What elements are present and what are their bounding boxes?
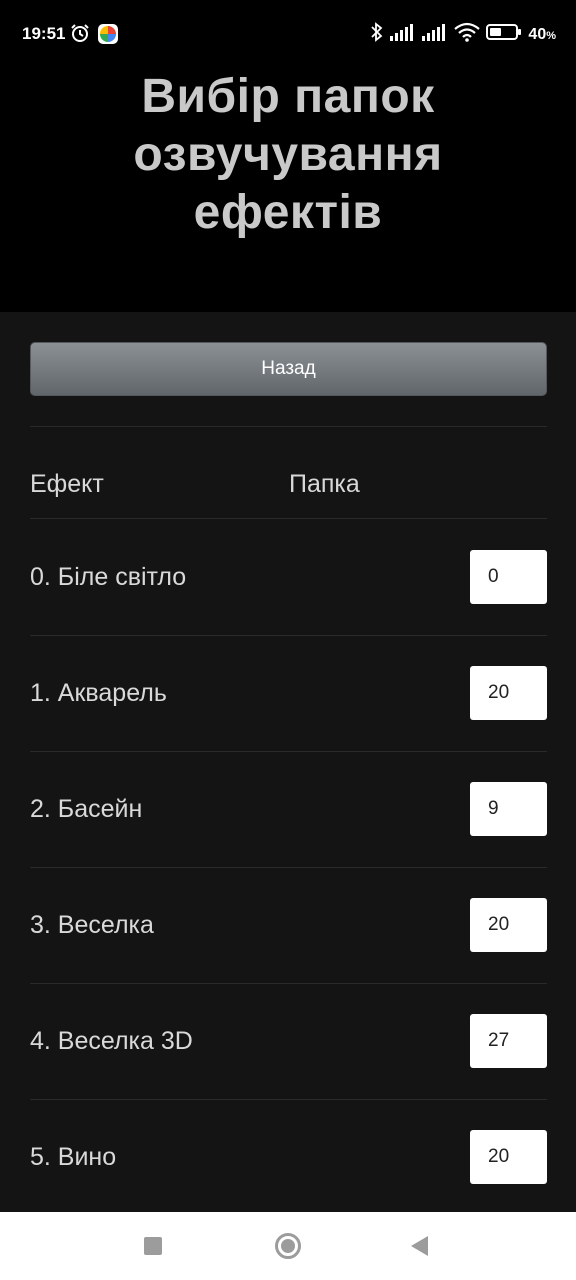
table-row: 4. Веселка 3D: [0, 983, 576, 1099]
effect-label: 3. Веселка: [30, 910, 154, 939]
effect-label: 2. Басейн: [30, 794, 143, 823]
divider: [30, 426, 547, 427]
app-notification-icon: [98, 24, 118, 44]
back-triangle-icon[interactable]: [411, 1236, 428, 1256]
signal-icon: [390, 23, 416, 46]
folder-input[interactable]: [470, 1130, 547, 1184]
table-row: 3. Веселка: [0, 867, 576, 983]
folder-input[interactable]: [470, 666, 547, 720]
bluetooth-icon: [370, 22, 384, 47]
folder-input[interactable]: [470, 550, 547, 604]
folder-input[interactable]: [470, 898, 547, 952]
page-title: Вибір папок озвучування ефектів: [133, 70, 443, 239]
screen: 19:51 40% Вибір папок озвучування ефекті…: [0, 0, 576, 1280]
folder-input[interactable]: [470, 1014, 547, 1068]
table-row: 5. Вино: [0, 1099, 576, 1215]
status-bar: 19:51 40%: [0, 0, 576, 68]
signal-icon: [422, 23, 448, 46]
recents-square-icon[interactable]: [144, 1237, 162, 1255]
table-row: 0. Біле світло: [0, 519, 576, 635]
navigation-bar: [0, 1212, 576, 1280]
wifi-icon: [454, 22, 481, 47]
status-time: 19:51: [22, 24, 66, 43]
home-circle-icon[interactable]: [275, 1233, 301, 1259]
battery-percent: 40%: [528, 25, 556, 43]
back-button[interactable]: Назад: [30, 342, 547, 396]
status-icons: 40%: [370, 22, 556, 47]
content-panel: Назад Ефект Папка 0. Біле світло 1. Аква…: [0, 312, 576, 1212]
table-row: 1. Акварель: [0, 635, 576, 751]
battery-icon: [486, 23, 522, 46]
alarm-icon: [70, 23, 90, 43]
header: Вибір папок озвучування ефектів: [0, 68, 576, 312]
column-header-effect: Ефект: [30, 470, 104, 498]
effect-label: 4. Веселка 3D: [30, 1026, 193, 1055]
column-header-folder: Папка: [289, 470, 360, 498]
table-row: 2. Басейн: [0, 751, 576, 867]
effect-label: 0. Біле світло: [30, 562, 187, 591]
folder-input[interactable]: [470, 782, 547, 836]
effect-label: 5. Вино: [30, 1142, 117, 1171]
effect-label: 1. Акварель: [30, 678, 167, 707]
